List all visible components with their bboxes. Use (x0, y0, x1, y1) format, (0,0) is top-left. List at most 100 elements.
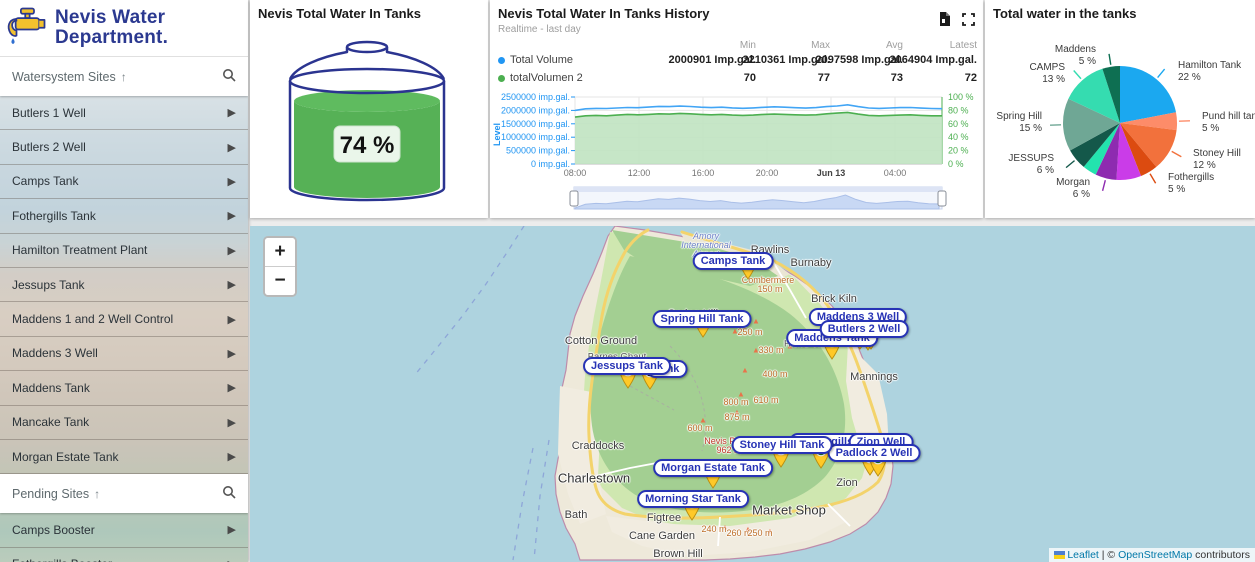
zoom-out-button[interactable]: − (265, 267, 295, 295)
section-header-watersystem-sites[interactable]: Watersystem Sites↑ (0, 57, 248, 96)
expand-arrow-icon[interactable]: ▶ (228, 106, 236, 119)
marker-label-padlock-2-well[interactable]: Padlock 2 Well (828, 444, 921, 462)
site-label: Butlers 2 Well (12, 140, 86, 154)
sidebar-item-maddens-3-well[interactable]: Maddens 3 Well▶ (0, 337, 248, 371)
map-place-market-shop: Market Shop (752, 503, 826, 518)
sidebar-item-jessups-tank[interactable]: Jessups Tank▶ (0, 268, 248, 302)
pie-label-pct: 12 % (1193, 160, 1216, 171)
section-header-pending-sites[interactable]: Pending Sites↑ (0, 474, 248, 513)
marker-label-spring-hill-tank[interactable]: Spring Hill Tank (653, 310, 752, 328)
svg-text:80 %: 80 % (948, 105, 969, 115)
tanks-pie-chart: Hamilton Tank22 %Pund hill tank5 %Stoney… (985, 0, 1255, 218)
svg-text:0 imp.gal.: 0 imp.gal. (531, 159, 570, 169)
svg-text:16:00: 16:00 (692, 168, 715, 178)
map-place-330-m: 330 m (758, 345, 783, 355)
leaflet-link[interactable]: Leaflet (1067, 549, 1099, 561)
legend-totalvolumen-2[interactable]: totalVolumen 2 (498, 72, 583, 84)
search-icon[interactable] (222, 68, 236, 85)
map-place-craddocks: Craddocks (572, 440, 625, 452)
svg-text:1500000 imp.gal.: 1500000 imp.gal. (501, 119, 570, 129)
sidebar-item-fothergills-booster[interactable]: Fothergills Booster ▶ (0, 548, 248, 562)
svg-text:04:00: 04:00 (884, 168, 907, 178)
expand-arrow-icon[interactable]: ▶ (228, 347, 236, 360)
site-label: Maddens 1 and 2 Well Control (12, 312, 173, 326)
svg-text:Jun 13: Jun 13 (817, 168, 846, 178)
sort-up-icon[interactable]: ↑ (94, 487, 100, 501)
sidebar-item-camps-booster[interactable]: Camps Booster ▶ (0, 513, 248, 547)
map-place-600-m: 600 m (687, 423, 712, 433)
svg-text:40 %: 40 % (948, 132, 969, 142)
marker-label-morning-star-tank[interactable]: Morning Star Tank (637, 490, 749, 508)
sidebar-item-butlers-1-well[interactable]: Butlers 1 Well▶ (0, 96, 248, 130)
sidebar-item-hamilton-treatment-plant[interactable]: Hamilton Treatment Plant ▶ (0, 234, 248, 268)
osm-link[interactable]: OpenStreetMap (1118, 549, 1192, 561)
leaflet-map[interactable]: ▲▲▲▲▲▲▲▲▲▲▲▲▲AmoryInternationalAirportRa… (250, 226, 1255, 562)
svg-text:12:00: 12:00 (628, 168, 651, 178)
ukraine-flag-icon (1054, 551, 1065, 559)
expand-arrow-icon[interactable]: ▶ (228, 558, 236, 562)
expand-arrow-icon[interactable]: ▶ (228, 278, 236, 291)
sidebar-item-fothergills-tank[interactable]: Fothergills Tank▶ (0, 199, 248, 233)
pie-label: Hamilton Tank (1178, 60, 1242, 71)
logo-bar: Nevis Water Department. (0, 0, 248, 57)
zoom-in-button[interactable]: + (265, 238, 295, 267)
search-icon[interactable] (222, 485, 236, 502)
marker-label-camps-tank[interactable]: Camps Tank (693, 252, 774, 270)
sidebar-item-maddens-1-and-2-well-control[interactable]: Maddens 1 and 2 Well Control ▶ (0, 302, 248, 336)
expand-arrow-icon[interactable]: ▶ (228, 244, 236, 257)
sidebar-item-morgan-estate-tank[interactable]: Morgan Estate Tank▶ (0, 440, 248, 474)
expand-arrow-icon[interactable]: ▶ (228, 523, 236, 536)
sort-up-icon[interactable]: ↑ (121, 70, 127, 84)
pie-label-pct: 6 % (1037, 165, 1054, 176)
sidebar: Nevis Water Department. Watersystem Site… (0, 0, 248, 562)
expand-arrow-icon[interactable]: ▶ (228, 141, 236, 154)
nav-handle-right[interactable] (938, 191, 946, 206)
svg-text:Level: Level (492, 123, 502, 146)
svg-text:100 %: 100 % (948, 92, 974, 102)
marker-label-morgan-estate-tank[interactable]: Morgan Estate Tank (653, 459, 773, 477)
site-label: Hamilton Treatment Plant (12, 243, 147, 257)
expand-arrow-icon[interactable]: ▶ (228, 175, 236, 188)
svg-text:500000 imp.gal.: 500000 imp.gal. (506, 146, 570, 156)
dashboard: Nevis Water Department. Watersystem Site… (0, 0, 1255, 562)
export-document-icon[interactable] (939, 12, 950, 26)
expand-arrow-icon[interactable]: ▶ (228, 209, 236, 222)
map-place-250-m: 250 m (737, 327, 762, 337)
stat-value: 77 (818, 72, 830, 84)
legend-total-volume[interactable]: Total Volume (498, 54, 573, 66)
map-place-250-m: 250 m (747, 528, 772, 538)
pie-label-pct: 22 % (1178, 72, 1201, 83)
marker-label-butlers-2-well[interactable]: Butlers 2 Well (820, 320, 909, 338)
pie-label: Pund hill tank (1202, 111, 1255, 122)
site-label: Fothergills Booster (12, 557, 112, 562)
tank-panel-title: Nevis Total Water In Tanks (258, 6, 421, 21)
expand-arrow-icon[interactable]: ▶ (228, 381, 236, 394)
pie-label: Fothergills (1168, 172, 1214, 183)
map-place-400-m: 400 m (762, 369, 787, 379)
sidebar-item-mancake-tank[interactable]: Mancake Tank▶ (0, 406, 248, 440)
map-place-figtree: Figtree (647, 512, 681, 524)
sidebar-item-camps-tank[interactable]: Camps Tank▶ (0, 165, 248, 199)
fullscreen-icon[interactable] (962, 13, 975, 26)
legend-dot (498, 75, 505, 82)
svg-text:2000000 imp.gal.: 2000000 imp.gal. (501, 105, 570, 115)
site-label: Camps Booster (12, 523, 95, 537)
marker-label-jessups-tank[interactable]: Jessups Tank (583, 357, 671, 375)
sidebar-item-maddens-tank[interactable]: Maddens Tank▶ (0, 371, 248, 405)
stat-value: 73 (891, 72, 903, 84)
map-place-875-m: 875 m (724, 412, 749, 422)
sidebar-item-butlers-2-well[interactable]: Butlers 2 Well ▶ (0, 130, 248, 164)
pie-title: Total water in the tanks (993, 6, 1137, 21)
pie-label: Morgan (1056, 177, 1090, 188)
pie-label-pct: 5 % (1079, 56, 1096, 67)
expand-arrow-icon[interactable]: ▶ (228, 313, 236, 326)
expand-arrow-icon[interactable]: ▶ (228, 416, 236, 429)
nav-handle-left[interactable] (570, 191, 578, 206)
pie-panel: Total water in the tanks Hamilton Tank22… (985, 0, 1255, 218)
marker-label-stoney-hill-tank[interactable]: Stoney Hill Tank (732, 436, 833, 454)
svg-text:20:00: 20:00 (756, 168, 779, 178)
expand-arrow-icon[interactable]: ▶ (228, 450, 236, 463)
svg-text:60 %: 60 % (948, 119, 969, 129)
map-place-150-m: 150 m (757, 284, 782, 294)
map-place-zion: Zion (836, 477, 857, 489)
